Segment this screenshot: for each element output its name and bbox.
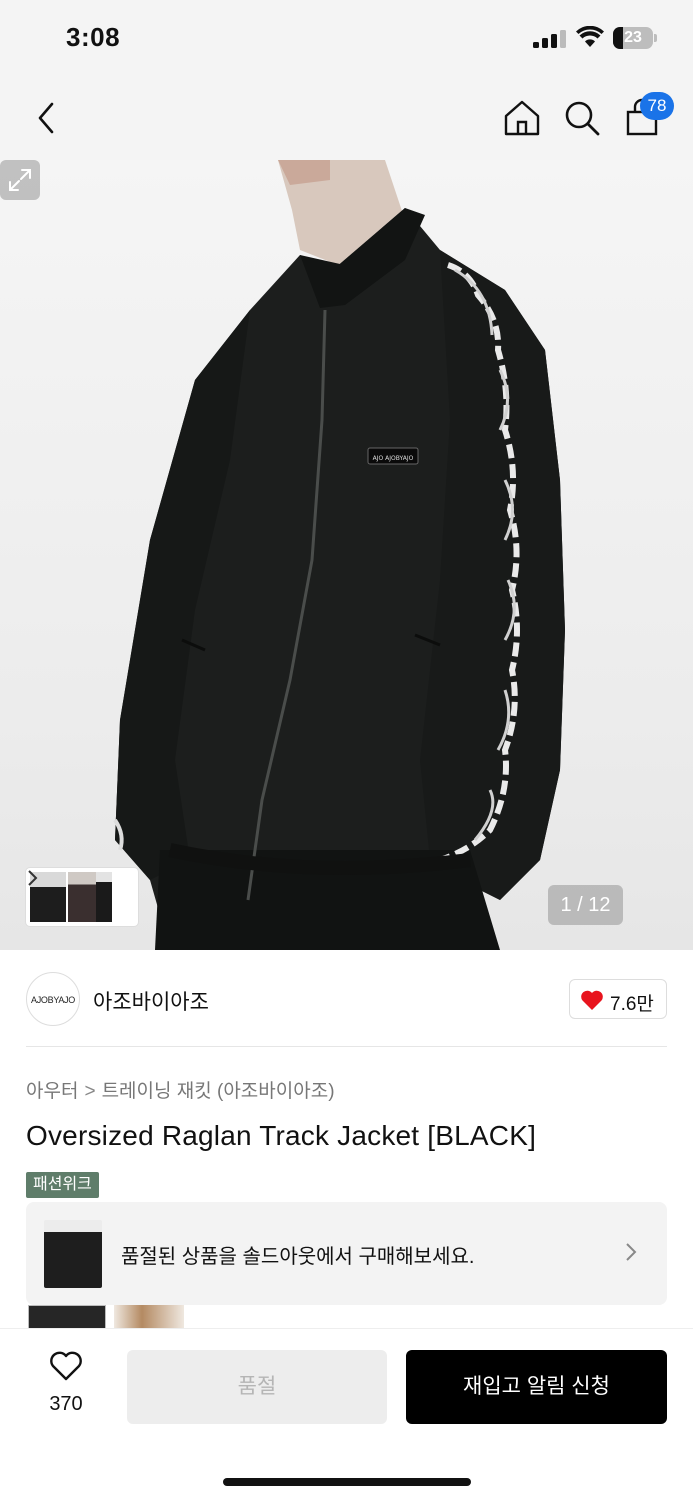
wifi-icon <box>576 26 604 47</box>
soldout-resale-banner[interactable]: 품절된 상품을 솔드아웃에서 구매해보세요. <box>26 1202 667 1305</box>
svg-text:AJO AJOBYAJO: AJO AJOBYAJO <box>373 455 414 462</box>
fashion-week-tag: 패션위크 <box>26 1172 99 1198</box>
banner-product-thumbnail <box>44 1220 102 1288</box>
banner-text: 품절된 상품을 솔드아웃에서 구매해보세요. <box>121 1246 475 1268</box>
battery-level: 23 <box>624 29 642 46</box>
product-image-carousel[interactable]: AJO AJOBYAJO 1 / 12 <box>0 160 693 950</box>
battery-indicator: 23 <box>613 27 657 49</box>
image-thumbnail-strip[interactable] <box>26 868 138 926</box>
chevron-right-icon <box>626 1243 637 1261</box>
wishlist-count: 370 <box>49 1393 83 1415</box>
back-icon[interactable] <box>26 96 70 140</box>
chevron-right-icon[interactable] <box>26 868 40 888</box>
brand-like-button[interactable]: 7.6만 <box>569 979 667 1019</box>
brand-like-count: 7.6만 <box>610 994 654 1015</box>
home-indicator <box>223 1478 471 1486</box>
soldout-button: 품절 <box>127 1350 387 1424</box>
brand-name[interactable]: 아조바이아조 <box>93 986 209 1016</box>
restock-alert-button[interactable]: 재입고 알림 신청 <box>406 1350 667 1424</box>
thumbnail-image[interactable] <box>68 872 96 922</box>
expand-icon[interactable] <box>0 160 40 200</box>
cellular-signal-icon <box>533 30 566 48</box>
heart-icon <box>581 990 603 1010</box>
top-nav-bar <box>0 78 693 160</box>
home-icon[interactable] <box>500 96 544 140</box>
status-time: 3:08 <box>66 22 121 52</box>
status-bar: 3:08 23 <box>0 0 693 78</box>
wishlist-button[interactable]: 370 <box>36 1351 96 1423</box>
brand-logo[interactable]: AJOBYAJO <box>26 972 80 1026</box>
image-counter: 1 / 12 <box>548 885 623 925</box>
brand-row[interactable]: AJOBYAJO 아조바이아조 7.6만 <box>26 970 667 1028</box>
breadcrumb: 아우터 > 트레이닝 재킷 (아조바이아조) <box>26 1076 335 1103</box>
search-icon[interactable] <box>560 96 604 140</box>
bottom-action-bar: 370 품절 재입고 알림 신청 <box>0 1328 693 1500</box>
breadcrumb-category[interactable]: 아우터 <box>26 1081 78 1102</box>
thumbnail-image[interactable] <box>96 872 112 922</box>
product-photo: AJO AJOBYAJO <box>113 160 565 950</box>
heart-icon <box>50 1351 82 1381</box>
breadcrumb-separator: > <box>84 1081 96 1102</box>
breadcrumb-subcategory[interactable]: 트레이닝 재킷 (아조바이아조) <box>102 1081 335 1102</box>
divider <box>26 1046 667 1047</box>
product-title: Oversized Raglan Track Jacket [BLACK] <box>26 1120 537 1151</box>
cart-count-badge: 78 <box>640 92 674 120</box>
